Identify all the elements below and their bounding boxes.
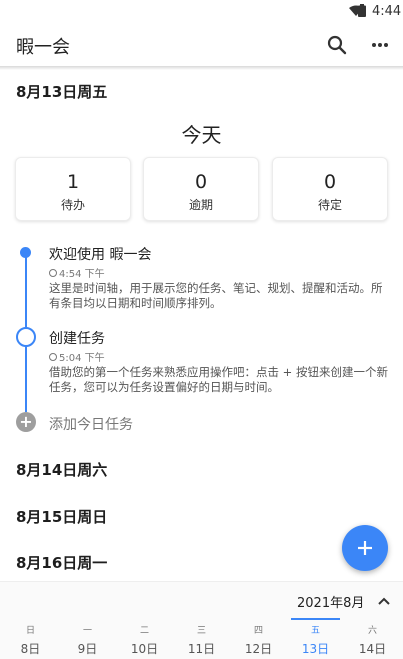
week-day-sat[interactable]: 六 14日 — [344, 618, 401, 659]
weekday-label: 五 — [310, 626, 320, 636]
stat-label: 待定 — [317, 198, 342, 212]
weekday-label: 日 — [25, 626, 35, 636]
day-heading-today[interactable]: 8月13日周五 — [16, 81, 107, 102]
timeline-item-time-text: 5:04 下午 — [59, 353, 105, 364]
app-title: 暇一会 — [16, 37, 70, 58]
week-day-mon[interactable]: 一 9日 — [59, 618, 116, 659]
chevron-up-icon[interactable] — [377, 594, 391, 608]
date-label: 8日 — [20, 642, 41, 656]
timeline-item-time: 4:54 下午 — [49, 265, 105, 280]
timeline-item-time-text: 4:54 下午 — [59, 269, 105, 280]
task-checkbox[interactable] — [16, 327, 36, 347]
status-bar: 4:44 — [0, 0, 403, 24]
plus-icon — [358, 541, 372, 555]
day-heading[interactable]: 8月15日周日 — [16, 506, 107, 527]
today-label: 今天 — [181, 123, 222, 147]
week-day-sun[interactable]: 日 8日 — [2, 618, 59, 659]
timeline-dot-note — [20, 247, 31, 258]
more-icon[interactable] — [369, 34, 391, 56]
date-label: 10日 — [130, 642, 159, 656]
stat-value: 1 — [66, 171, 80, 193]
date-label: 13日 — [301, 642, 330, 656]
week-day-fri-selected[interactable]: 五 13日 — [287, 618, 344, 659]
stat-value: 0 — [323, 171, 337, 193]
timeline-item-title[interactable]: 创建任务 — [49, 328, 105, 348]
stat-value: 0 — [194, 171, 208, 193]
weekday-label: 四 — [253, 626, 263, 636]
weekday-label: 三 — [196, 626, 206, 636]
week-day-thu[interactable]: 四 12日 — [230, 618, 287, 659]
stat-card-todo[interactable]: 1 待办 — [15, 157, 131, 221]
weekday-label: 六 — [367, 626, 377, 636]
clock-icon — [49, 269, 57, 277]
timeline-item-description: 这里是时间轴，用于展示您的任务、笔记、规划、提醒和活动。所有条目均以日期和时间顺… — [49, 281, 383, 310]
timeline-item-title[interactable]: 欢迎使用 暇一会 — [49, 244, 151, 264]
app-bar-shadow — [0, 66, 403, 70]
add-icon[interactable]: + — [16, 412, 36, 432]
date-label: 14日 — [358, 642, 387, 656]
day-heading[interactable]: 8月14日周六 — [16, 459, 107, 480]
add-task-fab[interactable] — [342, 525, 388, 571]
month-label[interactable]: 2021年8月 — [297, 592, 364, 611]
date-label: 9日 — [77, 642, 98, 656]
week-strip: 日 8日 一 9日 二 10日 三 11日 四 12日 五 13日 六 14日 — [0, 618, 403, 659]
stat-card-overdue[interactable]: 0 逾期 — [143, 157, 259, 221]
timeline-item-time: 5:04 下午 — [49, 349, 105, 364]
week-strip-panel: 2021年8月 日 8日 一 9日 二 10日 三 11日 四 12日 五 13… — [0, 581, 403, 659]
weekday-label: 二 — [139, 626, 149, 636]
clock-icon — [49, 353, 57, 361]
date-label: 12日 — [244, 642, 273, 656]
day-heading[interactable]: 8月16日周一 — [16, 552, 107, 573]
date-label: 11日 — [187, 642, 216, 656]
timeline-item-description: 借助您的第一个任务来熟悉应用操作吧：点击 + 按钮来创建一个新任务，您可以为任务… — [49, 365, 388, 394]
search-icon[interactable] — [326, 34, 348, 56]
selected-day-indicator — [291, 618, 340, 620]
add-today-task[interactable]: 添加今日任务 — [49, 414, 133, 434]
week-day-wed[interactable]: 三 11日 — [173, 618, 230, 659]
battery-icon — [358, 4, 366, 17]
app-bar: 暇一会 — [0, 24, 403, 66]
stat-card-pending[interactable]: 0 待定 — [272, 157, 388, 221]
stat-label: 逾期 — [188, 198, 213, 212]
status-time: 4:44 — [372, 4, 402, 19]
week-day-tue[interactable]: 二 10日 — [116, 618, 173, 659]
stat-label: 待办 — [60, 198, 85, 212]
weekday-label: 一 — [82, 626, 92, 636]
